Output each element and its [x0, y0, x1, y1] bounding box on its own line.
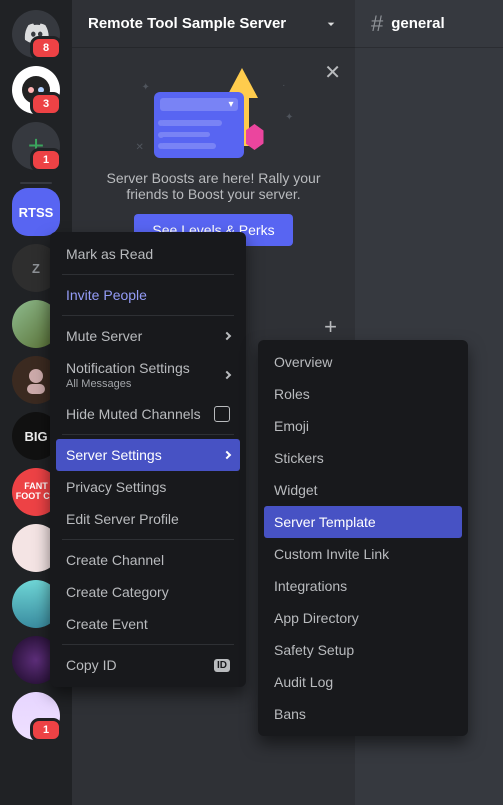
chevron-right-icon	[223, 332, 231, 340]
server-avatar-1[interactable]: 3	[12, 66, 60, 114]
submenu-integrations[interactable]: Integrations	[264, 570, 462, 602]
submenu-emoji[interactable]: Emoji	[264, 410, 462, 442]
server-anime[interactable]: 1	[12, 692, 60, 740]
menu-mark-as-read[interactable]: Mark as Read	[56, 238, 240, 270]
add-channel-button[interactable]: +	[324, 314, 337, 340]
badge: 1	[30, 718, 62, 742]
menu-notification-settings[interactable]: Notification Settings All Messages	[56, 352, 240, 398]
boost-artwork: ✦ ✕ · ✦	[124, 64, 304, 164]
card-icon	[154, 92, 244, 158]
badge: 1	[30, 148, 62, 172]
channel-name: general	[391, 15, 444, 32]
menu-create-category[interactable]: Create Category	[56, 576, 240, 608]
menu-hide-muted[interactable]: Hide Muted Channels	[56, 398, 240, 430]
menu-separator	[62, 274, 234, 275]
chevron-right-icon	[223, 451, 231, 459]
menu-invite-people[interactable]: Invite People	[56, 279, 240, 311]
submenu-bans[interactable]: Bans	[264, 698, 462, 730]
server-name-text: Remote Tool Sample Server	[88, 15, 286, 32]
server-settings-submenu: OverviewRolesEmojiStickersWidgetServer T…	[258, 340, 468, 736]
submenu-roles[interactable]: Roles	[264, 378, 462, 410]
badge: 8	[30, 36, 62, 60]
menu-separator	[62, 644, 234, 645]
submenu-stickers[interactable]: Stickers	[264, 442, 462, 474]
menu-create-channel[interactable]: Create Channel	[56, 544, 240, 576]
menu-separator	[62, 539, 234, 540]
submenu-server-template[interactable]: Server Template	[264, 506, 462, 538]
server-selected[interactable]: RTSS	[12, 188, 60, 236]
chevron-right-icon	[223, 371, 231, 379]
submenu-app-directory[interactable]: App Directory	[264, 602, 462, 634]
rail-separator	[20, 182, 52, 184]
menu-mute-server[interactable]: Mute Server	[56, 320, 240, 352]
boost-promo-card: ✕ ✦ ✕ · ✦ Server Boosts are here! Rally …	[72, 48, 355, 254]
menu-copy-id[interactable]: Copy ID ID	[56, 649, 240, 681]
submenu-overview[interactable]: Overview	[264, 346, 462, 378]
submenu-widget[interactable]: Widget	[264, 474, 462, 506]
boost-promo-text: Server Boosts are here! Rally your frien…	[84, 164, 343, 202]
menu-separator	[62, 434, 234, 435]
channel-header: # general	[355, 0, 503, 48]
submenu-custom-invite-link[interactable]: Custom Invite Link	[264, 538, 462, 570]
menu-create-event[interactable]: Create Event	[56, 608, 240, 640]
menu-edit-server-profile[interactable]: Edit Server Profile	[56, 503, 240, 535]
server-name-header[interactable]: Remote Tool Sample Server	[72, 0, 355, 48]
submenu-audit-log[interactable]: Audit Log	[264, 666, 462, 698]
menu-separator	[62, 315, 234, 316]
discord-home-button[interactable]: 8	[12, 10, 60, 58]
badge: 3	[30, 92, 62, 116]
submenu-safety-setup[interactable]: Safety Setup	[264, 634, 462, 666]
server-context-menu: Mark as Read Invite People Mute Server N…	[50, 232, 246, 687]
avatar-icon	[20, 364, 52, 396]
hash-icon: #	[371, 11, 383, 37]
menu-privacy-settings[interactable]: Privacy Settings	[56, 471, 240, 503]
chevron-down-icon	[323, 16, 339, 32]
menu-server-settings[interactable]: Server Settings	[56, 439, 240, 471]
add-server-button[interactable]: + 1	[12, 122, 60, 170]
id-badge-icon: ID	[214, 659, 230, 672]
checkbox-icon	[214, 406, 230, 422]
close-icon[interactable]: ✕	[324, 60, 341, 85]
